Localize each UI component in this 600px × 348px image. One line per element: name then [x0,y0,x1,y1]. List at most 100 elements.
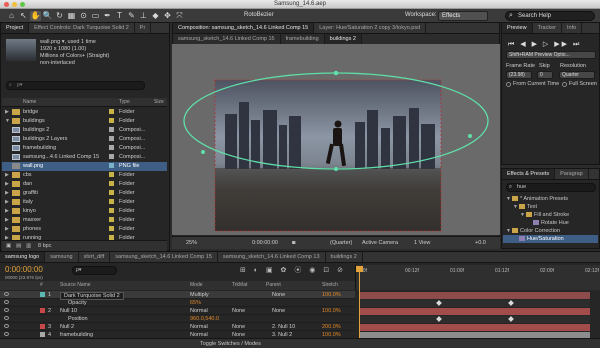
tool-button[interactable]: ↖ [18,11,29,21]
keyframe-icon[interactable] [436,316,442,322]
label-color-swatch[interactable] [109,199,114,204]
visibility-eye-icon[interactable] [4,332,9,336]
project-list-item[interactable]: wall.png PNG file [2,162,167,171]
layer-source-name[interactable]: Null 10 [60,308,77,314]
tool-button[interactable]: ▦ [66,11,77,21]
visibility-eye-icon[interactable] [4,300,9,304]
property-name[interactable]: Position [68,316,88,322]
breadcrumb-item[interactable]: samsung_sketch_14.6 Linked Comp 15 [173,34,281,44]
resolution-dropdown[interactable]: Quarter [559,71,595,79]
property-value[interactable]: 65% [190,300,201,306]
skip-field[interactable]: 0 [537,71,553,79]
frame-rate-dropdown[interactable]: (23.98) [506,71,532,79]
tab-project[interactable]: Project [1,23,30,33]
layer-label-color[interactable] [40,324,45,329]
tool-button[interactable]: ⊙ [78,11,89,21]
panel-tab[interactable]: Effects & Presets [502,169,556,179]
effects-tree-item[interactable]: ▼ Text [503,203,598,211]
disclosure-triangle-icon[interactable]: ▼ [520,212,525,218]
label-color-swatch[interactable] [109,109,114,114]
effects-tree-item[interactable]: ▼ Fill and Stroke [503,211,598,219]
visibility-eye-icon[interactable] [4,292,9,296]
keyframe-icon[interactable] [436,300,442,306]
keyframe-icon[interactable] [508,300,514,306]
current-time-indicator[interactable] [359,266,360,346]
preview-mode-dropdown[interactable]: Shift+RAM Preview Optio... [506,51,596,59]
effects-search-field[interactable]: ⌕ hue [506,183,596,192]
panel-tab[interactable]: Paragrap [555,169,589,179]
layer-duration-bar[interactable] [359,324,590,331]
property-name[interactable]: Opacity [68,300,87,306]
stretch-value[interactable]: 100.0% [322,292,341,298]
project-list-item[interactable]: samsung...4.6 Linked Comp 15 Composi... [2,153,167,162]
panel-tab[interactable]: samsung [45,252,79,262]
disclosure-triangle-icon[interactable]: ▼ [513,204,518,210]
tab-overflow[interactable]: Pr [135,23,152,33]
disclosure-triangle-icon[interactable]: ▶ [5,109,9,115]
panel-tab[interactable]: buildings 2 [326,252,363,262]
panel-tab[interactable]: samsung_sketch_14.6 Linked Comp 15 [110,252,218,262]
layer-label-color[interactable] [40,332,45,337]
label-color-swatch[interactable] [109,208,114,213]
project-list-item[interactable]: ▶ graffiti Folder [2,189,167,198]
stretch-value[interactable]: 200.0% [322,324,341,330]
tool-button[interactable]: T [114,11,125,21]
layer-label-color[interactable] [40,292,45,297]
label-color-swatch[interactable] [109,163,114,168]
project-search-field[interactable]: ⌕ ρ▾ [6,81,145,90]
current-time-head[interactable] [356,266,363,272]
label-color-swatch[interactable] [109,145,114,150]
tool-button[interactable]: ⌂ [6,11,17,21]
disclosure-triangle-icon[interactable]: ▶ [5,199,9,205]
zoom-dropdown[interactable]: 25% [186,240,197,246]
column-type[interactable]: Type [119,99,130,105]
tool-button[interactable]: ✎ [126,11,137,21]
blend-mode-dropdown[interactable]: Multiply [190,292,209,298]
search-help-field[interactable]: ⌕ Search Help [505,11,595,21]
project-list-item[interactable]: ▶ dan Folder [2,180,167,189]
minimize-window-button[interactable] [12,2,17,7]
timeline-timecode[interactable]: 0:00:00:00 [5,265,43,274]
from-current-checkbox[interactable] [506,82,511,87]
trash-icon[interactable]: ▣ [6,243,11,249]
tool-button[interactable]: ▭ [90,11,101,21]
project-list-item[interactable]: buildings 2 Composi... [2,126,167,135]
track-matte-dropdown[interactable]: None [232,308,245,314]
timeline-layer-row[interactable]: 1 Dark Turquoise Solid 2 Multiply None 100.0… [0,291,355,300]
visibility-eye-icon[interactable] [4,316,9,320]
label-color-swatch[interactable] [109,127,114,132]
new-folder-icon[interactable]: ▤ [16,243,21,249]
label-color-swatch[interactable] [109,217,114,222]
disclosure-triangle-icon[interactable]: ▶ [5,190,9,196]
timeline-search-field[interactable]: ρ▾ [72,266,117,275]
panel-tab[interactable]: Preview [502,23,533,33]
workspace-dropdown[interactable]: Effects [438,11,488,21]
tab-layer[interactable]: Layer: Hue/Saturation 2 copy 3/tokyo.psd [314,23,427,33]
layer-duration-bar[interactable] [359,308,590,315]
toggle-switches-modes[interactable]: Toggle Switches / Modes [200,341,261,347]
tool-button[interactable]: ✒ [102,11,113,21]
timeline-layer-row[interactable]: 2 Null 10 Normal None None 100.0% [0,307,355,315]
panel-tab[interactable]: samsung_sketch_14.6 Linked Comp 13 [218,252,326,262]
mask-overlay[interactable] [172,44,500,235]
stretch-value[interactable]: 100.0% [322,308,341,314]
timeline-switch-icons[interactable]: ⊞ ◐ ▣ ✿ ⦿ ◉ ⊡ ⊘ [240,265,346,275]
effects-tree-item[interactable]: ▼ Color Correction [503,227,598,235]
project-list-item[interactable]: ▶ phones Folder [2,225,167,234]
effects-tree-item[interactable]: Hue/Saturation [503,235,598,243]
disclosure-triangle-icon[interactable]: ▶ [5,226,9,232]
resolution-dropdown[interactable]: (Quarter) [330,240,352,246]
label-color-swatch[interactable] [109,226,114,231]
disclosure-triangle-icon[interactable]: ▶ [5,217,9,223]
panel-tab[interactable]: samsung logo [0,252,46,262]
panel-tab[interactable]: Tracker [533,23,562,33]
label-color-swatch[interactable] [109,154,114,159]
effects-tree-item[interactable]: ▼ * Animation Presets [503,195,598,203]
project-list-item[interactable]: ▶ italy Folder [2,198,167,207]
label-color-swatch[interactable] [109,136,114,141]
label-color-swatch[interactable] [109,172,114,177]
column-source-name[interactable]: Source Name [60,282,91,288]
project-list-item[interactable]: ▶ kinyo Folder [2,207,167,216]
close-window-button[interactable] [4,2,9,7]
panel-tab[interactable]: shirt_diff [79,252,111,262]
